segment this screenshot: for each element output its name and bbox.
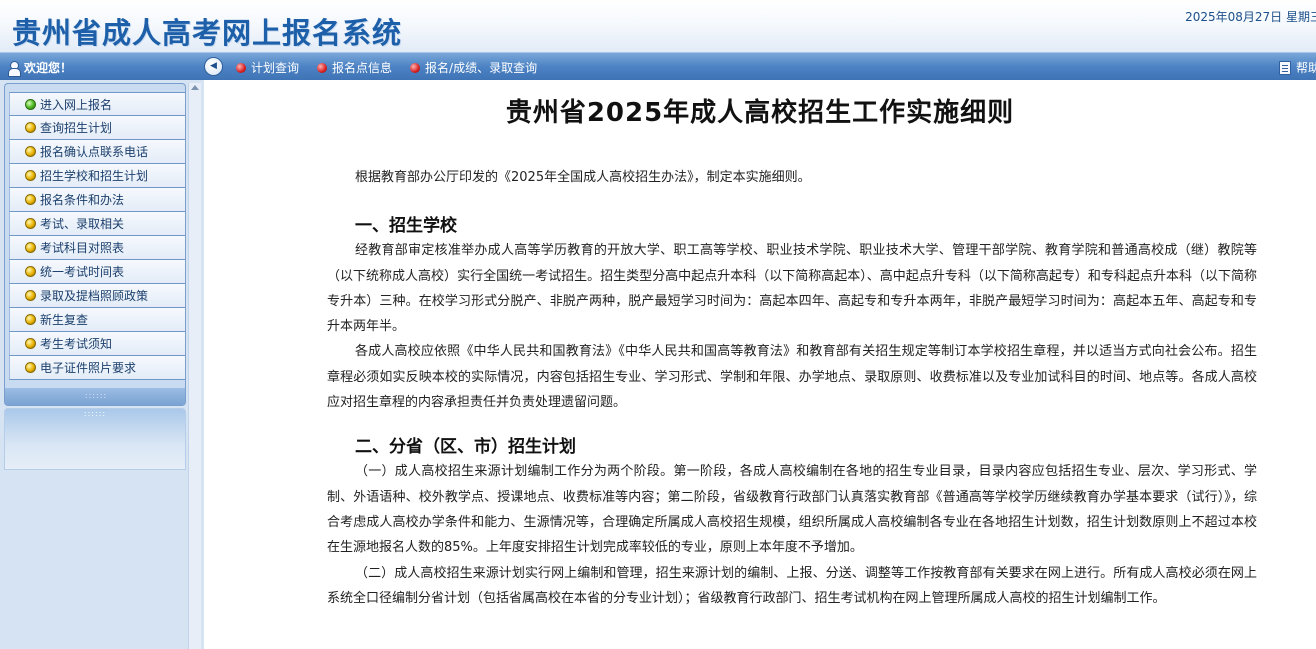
sidebar-item-label: 报名确认点联系电话: [40, 145, 149, 159]
sidebar-item-schools-plans[interactable]: 招生学校和招生计划: [9, 164, 185, 188]
section-title-plans: 二、分省（区、市）招生计划: [355, 437, 576, 458]
red-bullet-icon: [317, 62, 328, 73]
section-title-schools: 一、招生学校: [355, 216, 457, 237]
nav-link-label: 计划查询: [251, 61, 300, 75]
sidebar-item-photo-requirements[interactable]: 电子证件照片要求: [9, 356, 185, 380]
nav-link-score-query[interactable]: 报名/成绩、录取查询: [410, 59, 537, 76]
sidebar-item-label: 考试科目对照表: [40, 241, 125, 255]
intro-paragraph: 根据教育部办公厅印发的《2025年全国成人高校招生办法》，制定本实施细则。: [355, 170, 811, 185]
main-content: 贵州省2025年成人高校招生工作实施细则 根据教育部办公厅印发的《2025年全国…: [204, 80, 1316, 649]
section1-paragraph-2: 各成人高校应依照《中华人民共和国教育法》《中华人民共和国高等教育法》和教育部有关…: [327, 344, 1257, 411]
yellow-bullet-icon: [25, 218, 36, 229]
current-date: 2025年08月27日 星期三: [1185, 10, 1316, 24]
sidebar-menu: 进入网上报名 查询招生计划 报名确认点联系电话 招生学校和招生计划 报名条件和办…: [9, 92, 185, 380]
sidebar-item-label: 录取及提档照顾政策: [40, 289, 149, 303]
red-bullet-icon: [410, 62, 421, 73]
nav-links: 计划查询 报名点信息 报名/成绩、录取查询: [236, 59, 537, 76]
document-body: 根据教育部办公厅印发的《2025年全国成人高校招生办法》，制定本实施细则。 一、…: [327, 165, 1257, 611]
yellow-bullet-icon: [25, 266, 36, 277]
yellow-bullet-icon: [25, 146, 36, 157]
sidebar-item-label: 考生考试须知: [40, 337, 113, 351]
section2-paragraph-2: （二）成人高校招生来源计划实行网上编制和管理，招生来源计划的编制、上报、分送、调…: [327, 565, 1257, 606]
panel-grip[interactable]: ::::::: [5, 409, 185, 421]
sidebar-item-exam-notice[interactable]: 考生考试须知: [9, 332, 185, 356]
yellow-bullet-icon: [25, 314, 36, 325]
nav-link-plan-query[interactable]: 计划查询: [236, 59, 299, 76]
sidebar-item-label: 报名条件和办法: [40, 193, 125, 207]
sidebar-item-label: 统一考试时间表: [40, 265, 125, 279]
sidebar-item-online-registration[interactable]: 进入网上报名: [9, 92, 185, 116]
welcome-text: 欢迎您！: [24, 61, 73, 75]
menu-resize-grip[interactable]: ::::::: [5, 388, 185, 405]
sidebar-menu-panel: 进入网上报名 查询招生计划 报名确认点联系电话 招生学校和招生计划 报名条件和办…: [4, 83, 186, 406]
yellow-bullet-icon: [25, 122, 36, 133]
sidebar-item-label: 电子证件照片要求: [40, 361, 137, 375]
nav-link-label: 报名点信息: [332, 61, 393, 75]
sidebar-item-exam-admission[interactable]: 考试、录取相关: [9, 212, 185, 236]
sidebar-lower-panel: ::::::: [4, 408, 186, 470]
sidebar-item-label: 查询招生计划: [40, 121, 113, 135]
yellow-bullet-icon: [25, 242, 36, 253]
yellow-bullet-icon: [25, 338, 36, 349]
document-title: 贵州省2025年成人高校招生工作实施细则: [505, 98, 1015, 128]
help-book-icon: [1278, 60, 1291, 75]
sidebar-item-label: 考试、录取相关: [40, 217, 125, 231]
sidebar-item-query-plan[interactable]: 查询招生计划: [9, 116, 185, 140]
yellow-bullet-icon: [25, 170, 36, 181]
yellow-bullet-icon: [25, 362, 36, 373]
sidebar-item-recheck[interactable]: 新生复查: [9, 308, 185, 332]
help-label: 帮助: [1295, 61, 1316, 75]
top-navbar: 欢迎您！ ◀ 计划查询 报名点信息 报名/成绩、录取查询 帮助: [0, 52, 1316, 80]
scroll-up-arrow-icon[interactable]: [191, 85, 199, 90]
collapse-sidebar-button[interactable]: ◀: [204, 57, 223, 76]
user-icon: [8, 60, 21, 77]
welcome-area: 欢迎您！: [8, 59, 73, 77]
yellow-bullet-icon: [25, 290, 36, 301]
sidebar-item-label: 招生学校和招生计划: [40, 169, 149, 183]
sidebar-item-conditions[interactable]: 报名条件和办法: [9, 188, 185, 212]
sidebar: 进入网上报名 查询招生计划 报名确认点联系电话 招生学校和招生计划 报名条件和办…: [0, 80, 204, 649]
sidebar-item-policy[interactable]: 录取及提档照顾政策: [9, 284, 185, 308]
sidebar-item-exam-schedule[interactable]: 统一考试时间表: [9, 260, 185, 284]
sidebar-item-label: 新生复查: [40, 313, 89, 327]
sidebar-item-label: 进入网上报名: [40, 97, 113, 112]
nav-link-registration-sites[interactable]: 报名点信息: [317, 59, 392, 76]
site-title: 贵州省成人高考网上报名系统: [12, 16, 403, 50]
sidebar-item-subject-table[interactable]: 考试科目对照表: [9, 236, 185, 260]
red-bullet-icon: [236, 62, 246, 73]
section2-paragraph-1: （一）成人高校招生来源计划编制工作分为两个阶段。第一阶段，各成人高校编制在各地的…: [327, 464, 1257, 556]
nav-link-label: 报名/成绩、录取查询: [425, 61, 538, 75]
sidebar-scrollbar[interactable]: [188, 83, 201, 649]
help-link[interactable]: 帮助: [1278, 59, 1316, 76]
section1-paragraph-1: 经教育部审定核准举办成人高等学历教育的开放大学、职工高等学校、职业技术学院、职业…: [327, 243, 1257, 335]
header: 贵州省成人高考网上报名系统 2025年08月27日 星期三: [0, 0, 1316, 52]
yellow-bullet-icon: [25, 194, 36, 205]
sidebar-item-contact-phone[interactable]: 报名确认点联系电话: [9, 140, 185, 164]
green-bullet-icon: [25, 98, 36, 110]
